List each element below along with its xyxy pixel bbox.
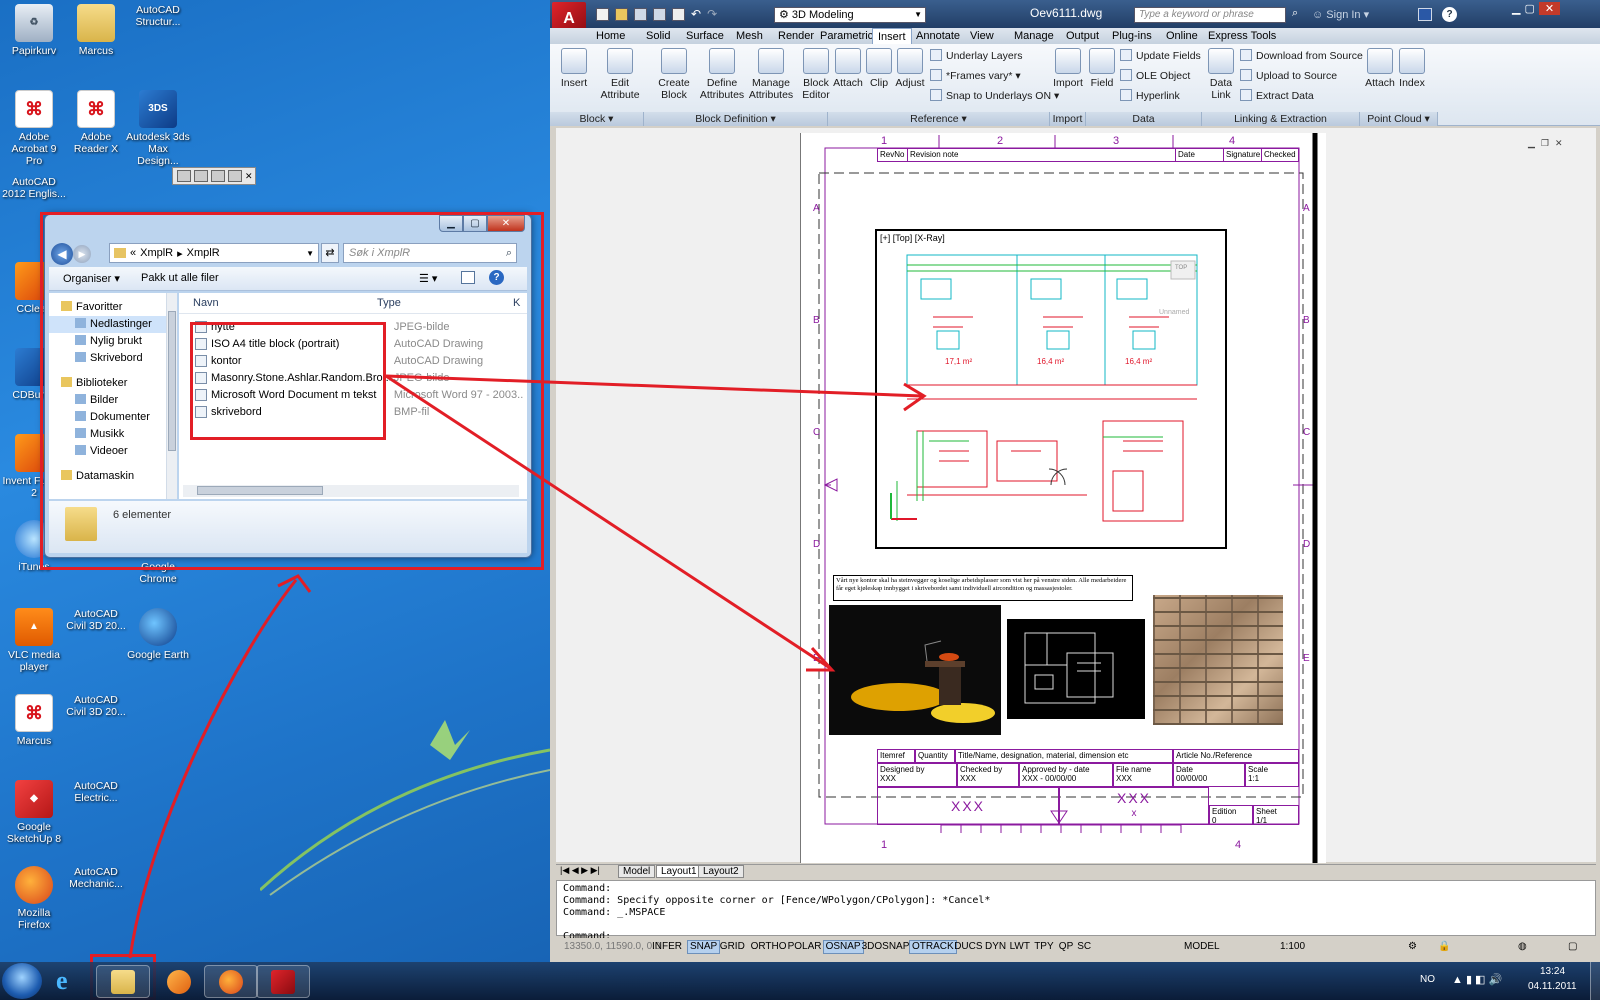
status-bar: 13350.0, 11590.0, 0.0 MODEL 1:100 ⚙ 🔒 ◍ … (556, 938, 1596, 956)
status-toggle-infer[interactable]: INFER (650, 940, 684, 954)
tab-model[interactable]: Model (618, 865, 656, 878)
clock-time[interactable]: 13:24 (1540, 966, 1565, 977)
command-history-line (563, 919, 1589, 931)
taskbar: e NO ▲ ▮ ◧ 🔊 13:24 04.11.2011 (0, 962, 1600, 1000)
taskbar-autocad-button[interactable] (256, 965, 310, 998)
status-toggle-polar[interactable]: POLAR (786, 940, 824, 954)
firefox-icon (219, 969, 243, 994)
taskbar-explorer-button[interactable] (96, 965, 150, 998)
taskbar-media-button[interactable] (152, 965, 206, 998)
autocad-icon (271, 969, 295, 994)
status-toggle-3dosnap[interactable]: 3DOSNAP (860, 940, 912, 954)
status-toggle-otrack[interactable]: OTRACK (909, 940, 957, 954)
workspace-gear-icon[interactable]: ⚙ (1406, 940, 1419, 954)
tab-layout1[interactable]: Layout1 (656, 865, 702, 878)
status-toggle-grid[interactable]: GRID (718, 940, 747, 954)
command-history-line: Command: _.MSPACE (563, 907, 666, 918)
folder-icon (111, 969, 135, 994)
model-space-toggle[interactable]: MODEL (1182, 940, 1222, 954)
clock-date[interactable]: 04.11.2011 (1528, 981, 1577, 992)
status-toggle-tpy[interactable]: TPY (1032, 940, 1055, 954)
lock-icon[interactable]: 🔒 (1436, 940, 1452, 954)
status-toggle-ortho[interactable]: ORTHO (749, 940, 789, 954)
status-toggle-qp[interactable]: QP (1057, 940, 1075, 954)
language-indicator[interactable]: NO (1420, 974, 1435, 985)
status-toggle-sc[interactable]: SC (1075, 940, 1093, 954)
status-toggle-snap[interactable]: SNAP (687, 940, 721, 954)
command-history-line: Command: (563, 883, 612, 894)
lightbulb-icon[interactable]: ◍ (1516, 940, 1529, 954)
fullscreen-icon[interactable]: ▢ (1566, 940, 1579, 954)
annotation-scale[interactable]: 1:100 (1278, 940, 1307, 954)
layout-nav-icon[interactable]: |◀ ◀ ▶ ▶| (560, 865, 600, 876)
start-button[interactable] (2, 963, 42, 999)
tab-layout2[interactable]: Layout2 (698, 865, 744, 878)
ie-icon[interactable]: e (56, 966, 86, 996)
status-toggle-ducs[interactable]: DUCS (952, 940, 984, 954)
taskbar-firefox-button[interactable] (204, 965, 258, 998)
layout-tabs-bar: |◀ ◀ ▶ ▶| Model Layout1 Layout2 (556, 864, 1596, 878)
status-toggle-lwt[interactable]: LWT (1008, 940, 1032, 954)
coordinates-readout[interactable]: 13350.0, 11590.0, 0.0 (562, 940, 663, 954)
command-history-line: Command: Specify opposite corner or [Fen… (563, 895, 991, 906)
show-desktop-button[interactable] (1590, 962, 1600, 1000)
command-line[interactable]: Command: Command: Specify opposite corner… (556, 880, 1596, 942)
tray-icons[interactable]: ▲ ▮ ◧ 🔊 (1452, 973, 1502, 986)
status-toggle-osnap[interactable]: OSNAP (822, 940, 864, 954)
media-player-icon (167, 969, 191, 994)
annotation-arrows (128, 374, 927, 959)
status-toggle-dyn[interactable]: DYN (983, 940, 1008, 954)
